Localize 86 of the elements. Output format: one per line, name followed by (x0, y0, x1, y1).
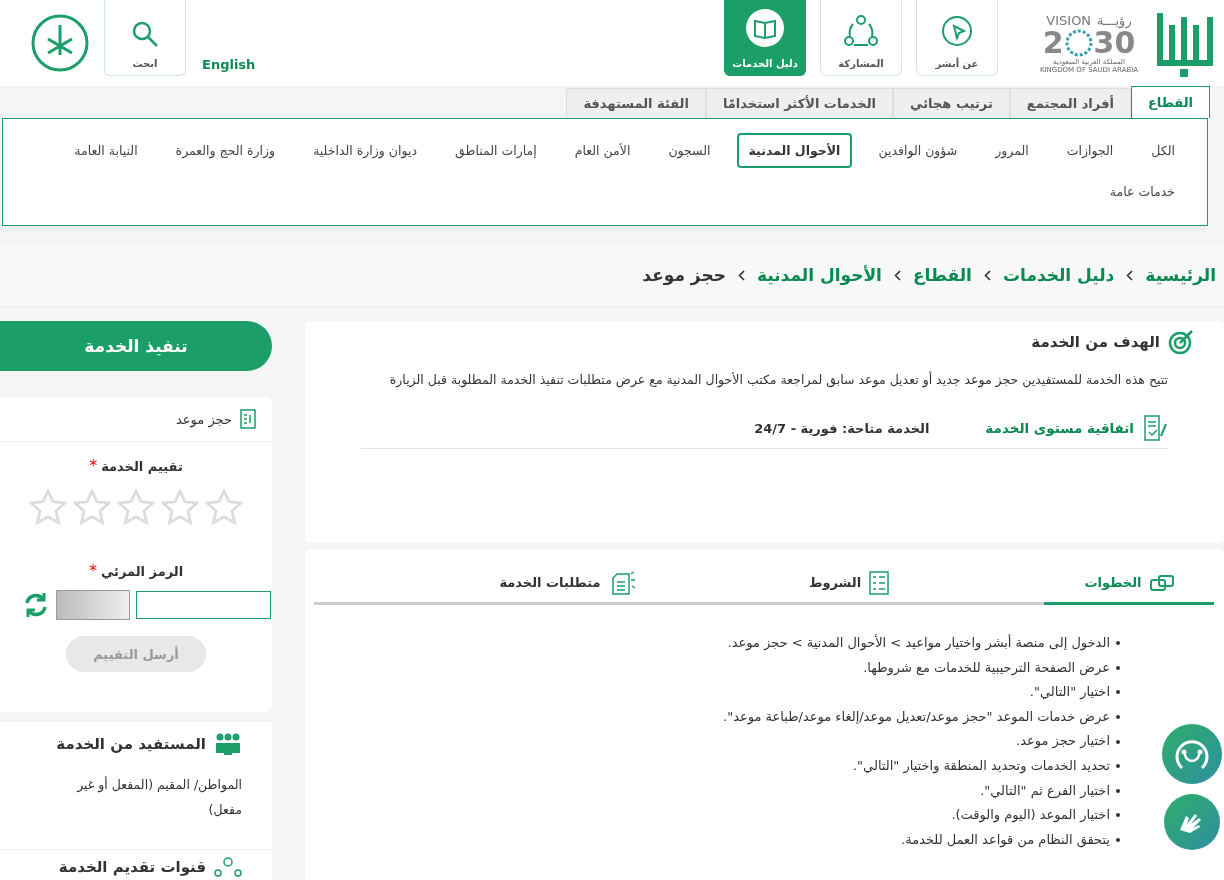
availability-text: الخدمة متاحة: فورية - 24/7 (754, 420, 930, 436)
people-icon (214, 732, 242, 756)
vision-text: VISION (1046, 12, 1092, 28)
sla-link[interactable]: اتفاقية مستوى الخدمة (985, 420, 1134, 436)
star-icon[interactable] (29, 489, 67, 525)
breadcrumb-link[interactable]: الأحوال المدنية (756, 265, 882, 285)
star-icon[interactable] (73, 489, 111, 525)
contract-icon (1142, 414, 1168, 442)
step-item: الدخول إلى منصة أبشر واختيار مواعيد > الأحوال المدنية > حجز موعد. (727, 633, 1110, 653)
sector-filter[interactable]: الكل (1139, 133, 1187, 168)
details-tab[interactable]: الشروط (764, 563, 934, 605)
sector-filter[interactable]: المرور (983, 133, 1041, 168)
book-icon (745, 8, 785, 48)
chevron-icon (983, 269, 991, 281)
category-tab[interactable]: الخدمات الأكثر استخدامًا (705, 88, 894, 118)
star-icon[interactable] (205, 489, 243, 525)
bullet-icon (1116, 690, 1120, 695)
bullet-icon (1116, 665, 1120, 670)
step-item: اختيار "التالي". (1029, 683, 1110, 702)
bullet-icon (1116, 764, 1120, 769)
captcha-label: الرمز المرئي (100, 564, 184, 579)
section-title: الهدف من الخدمة (1031, 333, 1160, 351)
cursor-icon (940, 14, 974, 48)
step-item: اختيار الموعد (اليوم والوقت). (951, 806, 1110, 825)
section-title: قنوات تقديم الخدمة (58, 858, 206, 876)
checklist-icon (869, 570, 890, 595)
required-mark: * (89, 456, 98, 475)
sector-filter[interactable]: السجون (656, 133, 723, 168)
bullet-icon (1116, 739, 1120, 744)
bullet-icon (1116, 813, 1120, 818)
search-button[interactable]: ابحث (104, 0, 186, 76)
step-item: تحديد الخدمات وتحديد المنطقة واختيار "التالي". (852, 756, 1110, 776)
share-icon (843, 14, 879, 48)
section-title: المستفيد من الخدمة (56, 735, 206, 753)
vision-arabic-text: رؤيـــة (1097, 12, 1132, 28)
chevron-icon (737, 269, 745, 281)
star-icon[interactable] (117, 489, 155, 525)
language-link[interactable]: English (202, 57, 256, 72)
sector-filter[interactable]: ديوان وزارة الداخلية (301, 133, 430, 168)
beneficiary-text: المواطن/ المقيم (المفعل أو غير مفعل) (75, 775, 242, 819)
captcha-input-field[interactable] (136, 591, 271, 619)
emblem-icon (30, 13, 90, 73)
bullet-icon (1116, 715, 1120, 720)
required-mark: * (88, 561, 97, 580)
network-icon (214, 856, 242, 878)
goal-description: تتيح هذه الخدمة للمستفيدين حجز موعد جديد أو تعديل موعد سابق لمراجعة مكتب الأحوال المدنية مع عرض متطلبات تنفيذ الخدمة المطلوبة قبل الزيارة (388, 370, 1168, 390)
sector-filter[interactable]: وزارة الحج والعمرة (163, 133, 288, 168)
step-item: اختيار حجز موعد. (1016, 732, 1110, 751)
bullet-icon (1116, 838, 1120, 843)
chevron-icon (1126, 269, 1134, 281)
breadcrumb-link[interactable]: القطاع (912, 265, 972, 285)
details-tab[interactable]: متطلبات الخدمة (484, 563, 654, 605)
details-tab[interactable]: الخطوات (1044, 563, 1214, 605)
star-icon[interactable] (161, 489, 199, 525)
sector-filter[interactable]: خدمات عامة (1097, 174, 1187, 209)
breadcrumb-link[interactable]: الرئيسية (1145, 265, 1216, 285)
category-tab[interactable]: أفراد المجتمع (1009, 88, 1131, 118)
category-tab[interactable]: ترتيب هجائي (893, 88, 1010, 118)
link-icon (1149, 573, 1174, 592)
sector-filter[interactable]: الأحوال المدنية (736, 133, 853, 168)
step-item: يتحقق النظام من قواعد العمل للخدمة. (901, 830, 1110, 850)
step-item: عرض خدمات الموعد "حجز موعد/تعديل موعد/إلغاء موعد/طباعة موعد". (723, 707, 1110, 727)
chevron-icon (893, 269, 901, 281)
step-item: اختيار الفرع ثم "التالي". (980, 781, 1110, 801)
sector-filter[interactable]: الجوازات (1054, 133, 1126, 168)
rating-label: تقييم الخدمة (101, 459, 183, 474)
year-digits: 30 (1093, 27, 1136, 58)
refresh-icon[interactable] (22, 591, 50, 619)
form-icon (240, 409, 256, 429)
nav-tile[interactable]: عن أبشر (916, 0, 998, 76)
breadcrumb-current: حجز موعد (642, 265, 726, 285)
category-tab[interactable]: الفئة المستهدفة (566, 88, 706, 118)
sector-filter[interactable]: النيابة العامة (62, 133, 150, 168)
category-tab[interactable]: القطاع (1130, 86, 1210, 118)
bullet-icon (1116, 788, 1120, 793)
service-name: حجز موعد (176, 411, 232, 427)
nav-tile[interactable]: المشاركة (820, 0, 902, 76)
step-item: عرض الصفحة الترحيبية للخدمات مع شروطها. (863, 658, 1110, 678)
search-icon (131, 20, 159, 48)
year-digit: 2 (1042, 27, 1064, 58)
sector-filter[interactable]: إمارات المناطق (443, 133, 549, 168)
breadcrumb-link[interactable]: دليل الخدمات (1002, 265, 1115, 285)
sector-filter[interactable]: الأمن العام (562, 133, 643, 168)
target-icon (1168, 329, 1194, 355)
sector-filter[interactable]: شؤون الوافدين (866, 133, 970, 168)
bullet-icon (1116, 641, 1120, 646)
